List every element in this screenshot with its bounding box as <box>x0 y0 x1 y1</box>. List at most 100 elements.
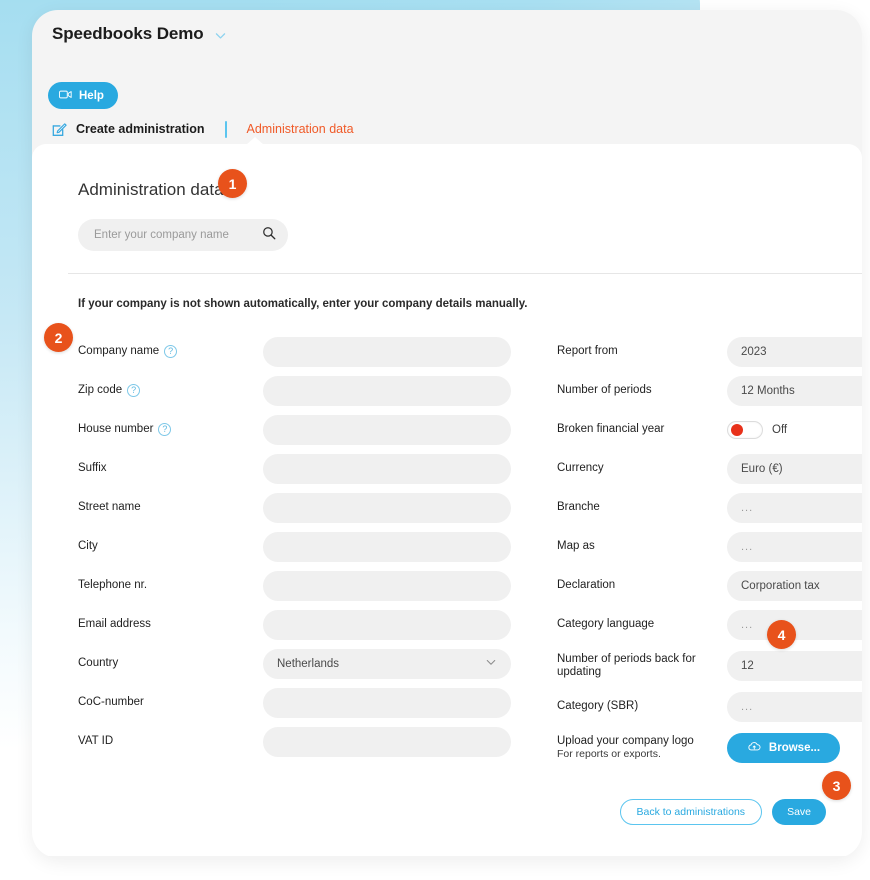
upload-logo-row: Upload your company logo For reports or e… <box>557 726 862 769</box>
chevron-down-icon[interactable] <box>485 656 497 671</box>
help-icon[interactable]: ? <box>158 423 172 436</box>
field-input[interactable]: Euro (€) <box>727 453 862 484</box>
field-label-text: Email address <box>78 618 151 630</box>
app-title: Speedbooks Demo <box>52 24 204 43</box>
field-input[interactable]: ... <box>727 691 862 722</box>
field-value: ... <box>741 618 754 631</box>
field-input[interactable] <box>263 336 511 367</box>
field-label: Number of periods back for updating <box>557 653 727 679</box>
search-icon[interactable] <box>262 226 276 245</box>
section-header: Administration data <box>78 180 224 200</box>
field-select[interactable]: Netherlands <box>263 648 511 679</box>
field-input[interactable] <box>263 492 511 523</box>
broken-financial-year-toggle[interactable] <box>727 420 763 439</box>
field-input[interactable]: 12 Months <box>727 375 862 406</box>
field-label: Zip code? <box>78 384 263 397</box>
field-label-text: Branche <box>557 501 600 513</box>
field-input[interactable] <box>263 609 511 640</box>
field-label-text: Map as <box>557 540 595 552</box>
field-label-text: Suffix <box>78 462 107 474</box>
field-label: Currency <box>557 462 727 475</box>
field-input[interactable]: 2023 <box>727 336 862 367</box>
field-input[interactable] <box>263 375 511 406</box>
section-divider <box>68 273 862 274</box>
app-header: Speedbooks Demo <box>52 24 227 44</box>
field-input[interactable]: ... <box>727 492 862 523</box>
field-label: Suffix <box>78 462 263 475</box>
content-panel: Administration data If your company is n… <box>32 137 862 856</box>
help-icon[interactable]: ? <box>127 384 141 397</box>
field-input[interactable]: Corporation tax <box>727 570 862 601</box>
back-to-administrations-button[interactable]: Back to administrations <box>619 799 763 825</box>
help-button[interactable]: Help <box>48 82 118 109</box>
field-label: Report from <box>557 345 727 358</box>
form-row: Company name? <box>78 332 528 371</box>
field-label: Category language <box>557 618 727 631</box>
company-search-box[interactable] <box>78 219 288 251</box>
left-form-column: Company name? Zip code? House number? Suffi… <box>78 332 528 761</box>
page-title: Administration data <box>78 180 224 199</box>
tab-administration-data[interactable]: Administration data <box>247 122 354 136</box>
cloud-upload-icon <box>747 740 762 755</box>
form-row: Country Netherlands <box>78 644 528 683</box>
field-label: Declaration <box>557 579 727 592</box>
form-row: CoC-number <box>78 683 528 722</box>
form-row: Category language... <box>557 605 862 644</box>
field-value: 2023 <box>741 345 767 358</box>
field-label-text: Number of periods back for updating <box>557 652 696 678</box>
annotation-badge-1: 1 <box>218 169 247 198</box>
field-label: House number? <box>78 423 263 436</box>
field-value: Netherlands <box>277 657 340 670</box>
right-form-column: Report from 2023 Number of periods 12 Month… <box>557 332 862 769</box>
field-label-text: VAT ID <box>78 735 114 747</box>
field-input[interactable] <box>263 570 511 601</box>
field-label-text: Category (SBR) <box>557 700 639 712</box>
edit-square-icon <box>52 122 67 137</box>
field-input[interactable] <box>263 726 511 757</box>
field-input[interactable] <box>263 687 511 718</box>
field-label-text: Zip code <box>78 384 123 396</box>
tab-bar: Create administration Administration dat… <box>52 118 354 140</box>
video-camera-icon <box>59 88 73 103</box>
field-label-text: Number of periods <box>557 384 652 396</box>
field-label-text: Declaration <box>557 579 616 591</box>
field-label: Broken financial year <box>557 423 727 436</box>
field-label-text: Telephone nr. <box>78 579 148 591</box>
form-row: Suffix <box>78 449 528 488</box>
field-value: 12 Months <box>741 384 795 397</box>
panel-pointer-notch <box>246 137 264 145</box>
upload-label-sub: For reports or exports. <box>557 747 661 760</box>
form-row: Number of periods back for updating 12 <box>557 644 862 687</box>
upload-label-main: Upload your company logo <box>557 734 694 747</box>
form-footer: Back to administrations Save <box>619 799 826 825</box>
field-label: CoC-number <box>78 696 263 709</box>
field-input[interactable]: 12 <box>727 650 862 681</box>
field-label-text: City <box>78 540 98 552</box>
browse-button[interactable]: Browse... <box>727 732 840 763</box>
form-row: Broken financial year Off <box>557 410 862 449</box>
field-input[interactable]: ... <box>727 531 862 562</box>
toggle-state-label: Off <box>772 423 788 436</box>
annotation-badge-4: 4 <box>767 620 796 649</box>
save-button[interactable]: Save <box>772 799 826 825</box>
form-row: Telephone nr. <box>78 566 528 605</box>
chevron-down-icon[interactable] <box>214 29 227 42</box>
field-label-text: House number <box>78 423 154 435</box>
manual-entry-hint: If your company is not shown automatical… <box>78 298 528 310</box>
field-label-text: CoC-number <box>78 696 144 708</box>
field-label-text: Company name <box>78 345 160 357</box>
field-input[interactable] <box>263 531 511 562</box>
field-label-text: Street name <box>78 501 141 513</box>
search-input[interactable] <box>94 229 262 241</box>
tab-separator <box>224 120 227 138</box>
form-row: Number of periods 12 Months <box>557 371 862 410</box>
field-input[interactable] <box>263 414 511 445</box>
field-label: Email address <box>78 618 263 631</box>
tab-create-administration[interactable]: Create administration <box>76 122 205 136</box>
help-button-label: Help <box>79 89 104 102</box>
field-label: Map as <box>557 540 727 553</box>
field-input[interactable] <box>263 453 511 484</box>
screen-root: Speedbooks Demo Help Create administrati… <box>0 0 870 880</box>
help-icon[interactable]: ? <box>164 345 178 358</box>
field-label: Street name <box>78 501 263 514</box>
